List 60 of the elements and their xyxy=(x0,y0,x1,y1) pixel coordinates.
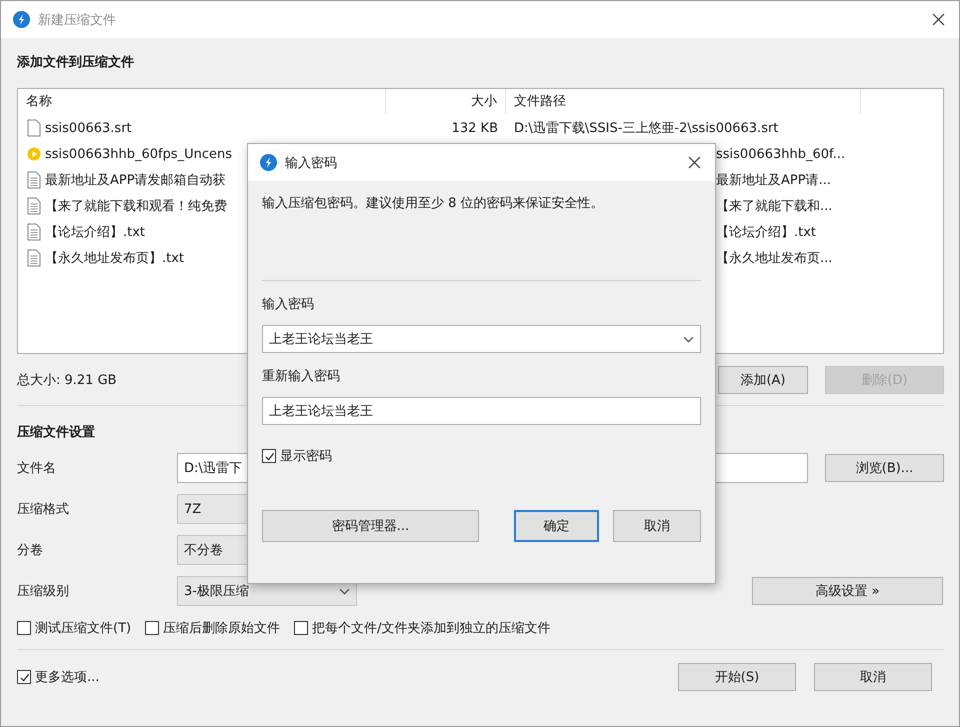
file-name: ssis00663hhb_60fps_Uncens xyxy=(45,146,232,162)
window-title: 新建压缩文件 xyxy=(38,12,117,28)
option-label: 显示密码 xyxy=(280,448,332,465)
section-heading: 添加文件到压缩文件 xyxy=(17,54,135,72)
option-label: 测试压缩文件(T) xyxy=(35,620,132,637)
close-icon[interactable] xyxy=(688,156,701,169)
app-logo-icon xyxy=(13,11,30,28)
close-icon[interactable] xyxy=(932,13,945,26)
caret-icon xyxy=(339,588,350,594)
text-file-icon xyxy=(27,197,41,215)
password-field[interactable]: 上老王论坛当老王 xyxy=(262,325,701,353)
column-header[interactable]: 名称 xyxy=(18,89,386,115)
cancel-button[interactable]: 取消 xyxy=(613,510,701,542)
checkbox[interactable] xyxy=(262,449,276,463)
add-button[interactable]: 添加(A) xyxy=(718,366,808,394)
option-label: 把每个文件/文件夹添加到独立的压缩文件 xyxy=(312,620,550,637)
text-file-icon xyxy=(27,223,41,241)
file-name: 【来了就能下载和观看！纯免费 xyxy=(45,198,227,215)
field-label: 文件名 xyxy=(17,460,57,477)
file-path: 最新地址及APP请... xyxy=(716,173,831,188)
password-manager-button[interactable]: 密码管理器... xyxy=(262,510,479,542)
advanced-settings-button[interactable]: 高级设置 » xyxy=(752,577,943,605)
field-label: 分卷 xyxy=(17,542,44,559)
confirm-password-field[interactable]: 上老王论坛当老王 xyxy=(262,397,701,425)
file-path: ssis00663hhb_60f... xyxy=(716,146,846,162)
checkbox[interactable] xyxy=(294,621,308,635)
start-button[interactable]: 开始(S) xyxy=(678,663,796,691)
column-header[interactable]: 文件路径 xyxy=(506,89,861,115)
total-size: 总大小: 9.21 GB xyxy=(17,372,117,389)
play-icon xyxy=(27,145,41,163)
file-name: ssis00663.srt xyxy=(45,120,132,136)
checkbox[interactable] xyxy=(17,621,31,635)
ok-button[interactable]: 确定 xyxy=(514,510,599,542)
text-file-icon xyxy=(27,249,41,267)
app-logo-icon xyxy=(260,154,277,171)
dialog-title: 输入密码 xyxy=(285,154,338,172)
section-heading: 压缩文件设置 xyxy=(17,424,96,442)
cancel-button[interactable]: 取消 xyxy=(814,663,932,691)
blank-file-icon xyxy=(27,119,41,137)
field-label: 重新输入密码 xyxy=(262,368,341,386)
option-label: 更多选项... xyxy=(35,669,100,686)
caret-icon xyxy=(683,336,694,342)
text-file-icon xyxy=(27,171,41,189)
file-name: 最新地址及APP请发邮箱自动获 xyxy=(45,172,226,189)
checkbox[interactable] xyxy=(145,621,160,635)
file-path: D:\迅雷下载\SSIS-三上悠亜-2\ssis00663.srt xyxy=(514,121,778,136)
file-path: 【论坛介绍】.txt xyxy=(716,225,816,240)
file-path: 【永久地址发布页... xyxy=(716,251,832,266)
field-label: 压缩级别 xyxy=(17,583,70,600)
option-label: 压缩后删除原始文件 xyxy=(163,620,280,637)
file-path: 【来了就能下载和... xyxy=(716,199,832,214)
browse-button[interactable]: 浏览(B)... xyxy=(825,454,944,482)
dialog-description: 输入压缩包密码。建议使用至少 8 位的密码来保证安全性。 xyxy=(262,195,605,213)
field-label: 压缩格式 xyxy=(17,501,70,518)
column-header[interactable]: 大小 xyxy=(386,89,506,115)
file-name: 【永久地址发布页】.txt xyxy=(45,250,184,267)
field-label: 输入密码 xyxy=(262,296,315,314)
file-size: 132 KB xyxy=(452,120,498,136)
checkbox[interactable] xyxy=(17,670,31,684)
file-name: 【论坛介绍】.txt xyxy=(45,224,146,241)
